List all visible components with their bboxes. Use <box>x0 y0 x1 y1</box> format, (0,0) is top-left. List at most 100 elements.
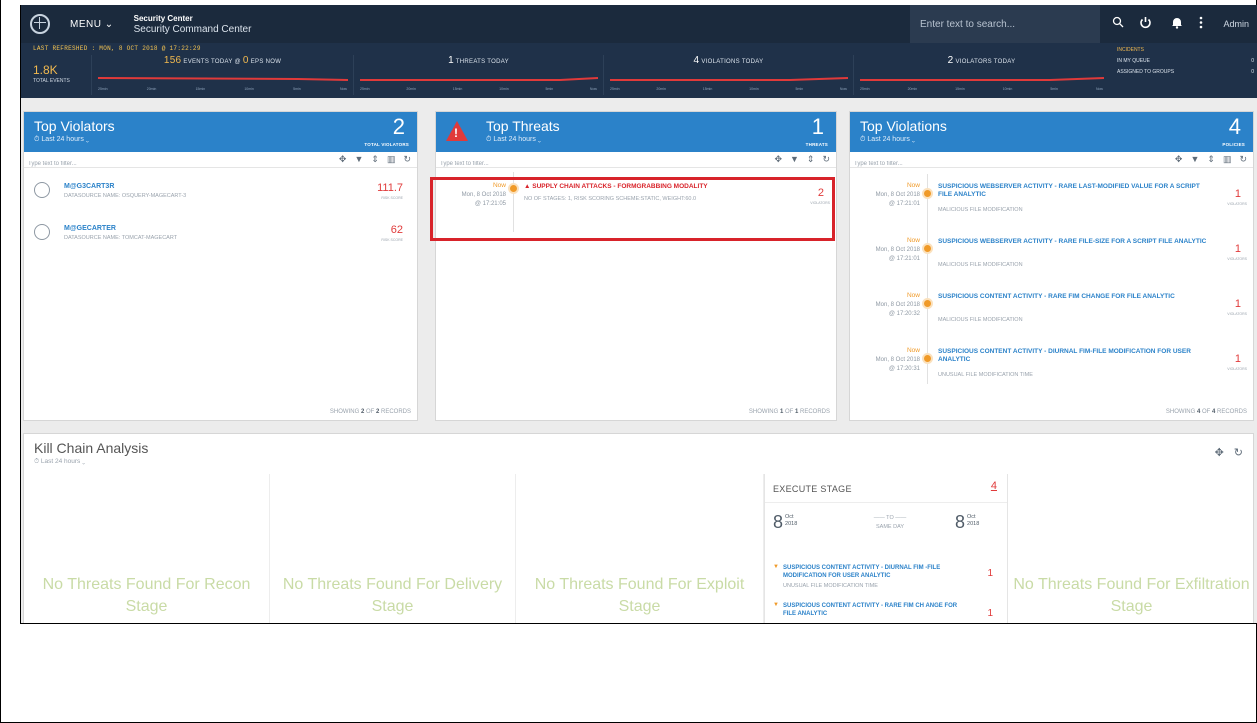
incidents-my-queue[interactable]: IN MY QUEUE 0 <box>1117 58 1254 64</box>
trend-tick-label: 10min <box>749 87 759 91</box>
filter-icon[interactable]: ▼ <box>790 154 799 165</box>
more-vertical-icon[interactable] <box>1199 16 1203 32</box>
trend-tick-label: 25min <box>860 87 870 91</box>
stage-recon: No Threats Found For Recon Stage <box>24 474 270 623</box>
footer-of: OF <box>365 409 375 415</box>
footer-of: OF <box>1201 409 1211 415</box>
search-icon[interactable] <box>1112 16 1124 31</box>
refresh-icon[interactable]: ↻ <box>822 154 830 165</box>
violators-count: 1 <box>1234 188 1241 200</box>
trend-tick-label: 10min <box>1002 87 1013 91</box>
execute-stage-count[interactable]: 4 <box>991 480 997 492</box>
violations-today-cell[interactable]: 4 VIOLATIONS TODAY 25min 20min 15min 10min 5… <box>603 55 853 95</box>
violator-name[interactable]: M@GECARTER <box>64 225 116 232</box>
stage-empty-text: No Threats Found For Exploit Stage <box>534 576 745 615</box>
violators-today-cell[interactable]: 2 VIOLATORS TODAY 25min 20min 15min 10min 5m… <box>853 55 1109 95</box>
sort-icon[interactable]: ⇕ <box>807 154 815 165</box>
trend-tick-label: Now <box>839 87 847 91</box>
widget-tools: ✥ ▼ ⇕ ▥ ↻ <box>339 154 411 165</box>
time-range-dropdown[interactable]: ⏱ Last 24 hours ⌄ <box>486 136 541 144</box>
refresh-icon[interactable]: ↻ <box>403 154 411 165</box>
timeline-dot <box>922 188 933 199</box>
violator-row[interactable]: M@G3CART3R DATASOURCE NAME: OSQUERY-MAGE… <box>24 182 417 214</box>
incidents-assigned-groups[interactable]: ASSIGNED TO GROUPS 0 <box>1117 69 1254 75</box>
from-month-year: Oct 2018 <box>785 514 797 528</box>
trend-tick-label: 15min <box>452 87 463 91</box>
widget-count-label: POLICIES <box>1222 142 1245 147</box>
violation-category: UNUSUAL FILE MODIFICATION TIME <box>938 372 1033 378</box>
event-date: Mon, 8 Oct 2018 <box>461 192 506 198</box>
violation-title[interactable]: SUSPICIOUS WEBSERVER ACTIVITY - RARE FIL… <box>938 238 1213 246</box>
violators-count-label: VIOLATORS <box>1227 257 1247 261</box>
trend-tick-label: 10min <box>244 87 254 91</box>
trend-tick-label: Now <box>1095 87 1103 91</box>
move-icon[interactable]: ✥ <box>1215 446 1224 459</box>
sort-icon[interactable]: ⇕ <box>371 154 379 165</box>
timeline-dot <box>922 243 933 254</box>
violator-row[interactable]: M@GECARTER DATASOURCE NAME: TOMCAT-MAGEC… <box>24 224 417 256</box>
stats-strip: LAST REFRESHED : MON, 8 OCT 2018 @ 17:22… <box>21 43 1257 98</box>
chart-icon[interactable]: ▥ <box>387 154 396 165</box>
top-threats-widget: Top Threats ⏱ Last 24 hours ⌄ 1 THREATS … <box>435 111 837 421</box>
move-icon[interactable]: ✥ <box>774 154 782 165</box>
trend-tick-label: 5min <box>1050 87 1058 91</box>
violators-trend-ticks: 25min 20min 15min 10min 5min Now <box>860 87 1103 91</box>
footer-of: OF <box>784 409 794 415</box>
filter-input[interactable] <box>24 156 144 172</box>
footer-prefix: SHOWING <box>329 409 360 415</box>
event-time: @ 17:20:32 <box>888 311 920 317</box>
refresh-icon[interactable]: ↻ <box>1239 154 1247 165</box>
menu-button[interactable]: MENU ⌄ <box>70 19 114 30</box>
threats-today-value: 1 <box>448 55 454 66</box>
event-time: @ 17:20:31 <box>888 366 920 372</box>
violation-title[interactable]: SUSPICIOUS CONTENT ACTIVITY - RARE FIM C… <box>938 293 1213 301</box>
violation-title[interactable]: SUSPICIOUS CONTENT ACTIVITY - DIURNAL FI… <box>938 348 1213 364</box>
execute-item-title[interactable]: SUSPICIOUS CONTENT ACTIVITY - DIURNAL FI… <box>783 564 969 580</box>
filter-icon[interactable]: ▼ <box>354 154 363 165</box>
event-date: Mon, 8 Oct 2018 <box>875 357 920 363</box>
trend-tick-label: Now <box>339 87 347 91</box>
footer-total: 2 <box>375 409 380 415</box>
threats-today-cell[interactable]: 1 THREATS TODAY 25min 20min 15min 10min 5min… <box>353 55 603 95</box>
risk-score-label: RISK SCORE <box>381 238 403 242</box>
filter-input[interactable] <box>436 156 556 172</box>
filter-input[interactable] <box>850 156 970 172</box>
total-events[interactable]: 1.8K TOTAL EVENTS <box>33 63 70 84</box>
time-range-dropdown[interactable]: ⏱ Last 24 hours ⌄ <box>34 136 89 144</box>
logo-icon[interactable] <box>30 14 50 34</box>
sort-icon[interactable]: ⇕ <box>1207 154 1215 165</box>
bell-icon[interactable] <box>1171 16 1183 32</box>
move-icon[interactable]: ✥ <box>1175 154 1183 165</box>
violation-title[interactable]: SUSPICIOUS WEBSERVER ACTIVITY - RARE LAS… <box>938 183 1213 199</box>
to-month-year: Oct 2018 <box>967 514 979 528</box>
last-refreshed: LAST REFRESHED : MON, 8 OCT 2018 @ 17:22… <box>33 45 201 52</box>
execute-item-title[interactable]: SUSPICIOUS CONTENT ACTIVITY - RARE FIM C… <box>783 602 969 618</box>
event-now: Now <box>906 292 920 299</box>
events-today-cell[interactable]: 156 EVENTS TODAY @ 0 EPS NOW 25min 20min 1… <box>91 55 353 95</box>
footer-prefix: SHOWING <box>1165 409 1196 415</box>
refresh-icon[interactable]: ↻ <box>1234 446 1243 459</box>
user-menu[interactable]: Admin <box>1223 19 1249 29</box>
footer-total: 4 <box>1211 409 1216 415</box>
violator-name[interactable]: M@G3CART3R <box>64 183 114 190</box>
top-violations-widget: Top Violations ⏱ Last 24 hours ⌄ 4 POLIC… <box>849 111 1254 421</box>
search-input[interactable] <box>910 5 1100 43</box>
chart-icon[interactable]: ▥ <box>1223 154 1232 165</box>
footer-suffix: RECORDS <box>799 409 830 415</box>
filter-icon[interactable]: ▼ <box>1190 154 1199 165</box>
violators-count-label: VIOLATORS <box>1227 312 1247 316</box>
threat-title[interactable]: ▲ SUPPLY CHAIN ATTACKS - FORMGRABBING MO… <box>524 183 796 191</box>
date-range-connector: —— TO —— SAME DAY <box>845 514 935 532</box>
power-icon[interactable] <box>1139 16 1152 32</box>
widget-tools: ✥ ↻ <box>1215 446 1243 459</box>
footer-shown: 4 <box>1196 409 1201 415</box>
trend-tick-label: 15min <box>955 87 965 91</box>
time-range-dropdown[interactable]: ⏱ Last 24 hours ⌄ <box>860 136 915 144</box>
violators-trend-line <box>860 77 1104 81</box>
trend-tick-label: 5min <box>795 87 804 91</box>
move-icon[interactable]: ✥ <box>339 154 347 165</box>
security-center-app: MENU ⌄ Security Center Security Command … <box>20 5 1257 624</box>
filter-bar: ✥ ▼ ⇕ ↻ <box>436 152 836 172</box>
time-range-dropdown[interactable]: ⏱ Last 24 hours ⌄ <box>34 458 85 466</box>
filter-bar: ✥ ▼ ⇕ ▥ ↻ <box>850 152 1253 172</box>
